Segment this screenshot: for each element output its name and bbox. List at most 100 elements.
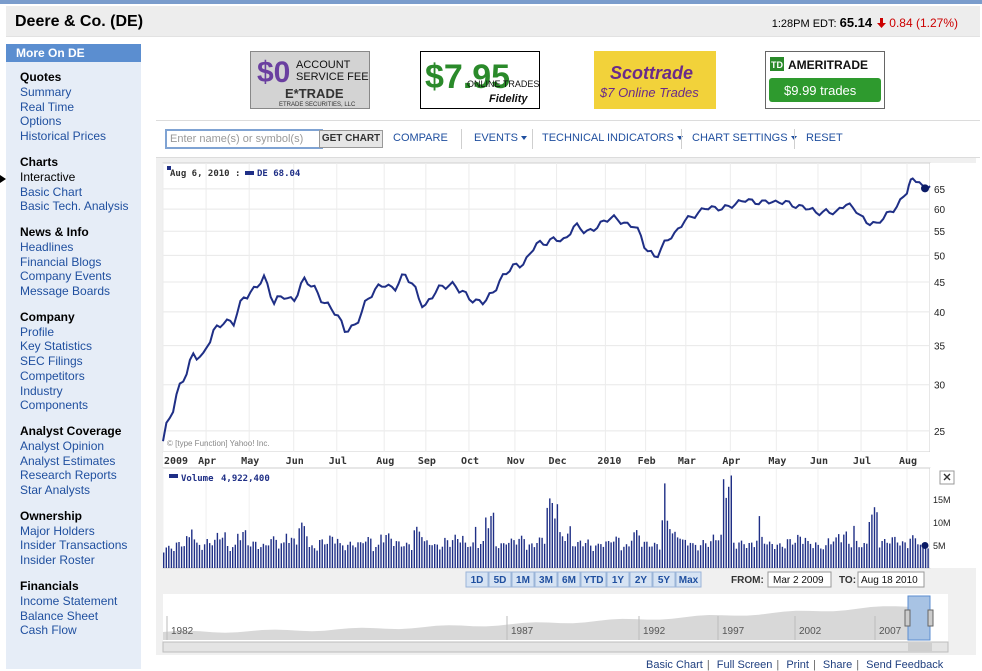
close-volume-button[interactable] xyxy=(939,470,955,485)
sidebar-item-industry[interactable]: Industry xyxy=(20,384,141,399)
last-volume-marker xyxy=(921,541,929,549)
navigator-window-handle[interactable] xyxy=(904,595,934,641)
sidebar-item-research-reports[interactable]: Research Reports xyxy=(20,468,141,483)
range-button-ytd[interactable]: YTD xyxy=(580,571,607,588)
sidebar-section-title: Financials xyxy=(20,578,79,593)
sidebar-item-summary[interactable]: Summary xyxy=(20,85,141,100)
chart-settings-menu[interactable]: CHART SETTINGS xyxy=(692,132,797,144)
volume-bar xyxy=(405,542,408,568)
volume-bar xyxy=(781,546,784,568)
compare-button[interactable]: COMPARE xyxy=(393,132,448,144)
scottrade-ad[interactable]: Scottrade $7 Online Trades xyxy=(594,51,716,109)
full-screen-link[interactable]: Full Screen xyxy=(717,659,773,671)
navigator-scroll-thumb[interactable] xyxy=(908,643,932,651)
range-button-1d[interactable]: 1D xyxy=(465,571,489,588)
volume-bar xyxy=(497,548,500,568)
fidelity-ad-big: $7.95 xyxy=(425,58,510,96)
volume-bar xyxy=(873,507,876,568)
sidebar-item-basic-chart[interactable]: Basic Chart xyxy=(20,185,141,200)
range-button-5d[interactable]: 5D xyxy=(488,571,512,588)
print-link[interactable]: Print xyxy=(786,659,809,671)
volume-bar xyxy=(247,545,249,568)
volume-bar xyxy=(835,537,837,568)
chart-canvas[interactable]: 25 30 35 40 45 50 55 60 65 5M 10M 15M 2009 Apr May Ju… xyxy=(156,158,976,655)
sidebar-item-company-events[interactable]: Company Events xyxy=(20,269,141,284)
sidebar-item-cash-flow[interactable]: Cash Flow xyxy=(20,623,141,638)
sidebar-item-key-statistics[interactable]: Key Statistics xyxy=(20,339,141,354)
reset-button[interactable]: RESET xyxy=(806,132,843,144)
volume-bar xyxy=(664,483,666,568)
range-button-5y[interactable]: 5Y xyxy=(652,571,676,588)
sidebar-item-insider-roster[interactable]: Insider Roster xyxy=(20,553,141,568)
sidebar-item-interactive[interactable]: Interactive xyxy=(20,170,141,185)
volume-bar xyxy=(866,543,868,568)
volume-bar xyxy=(579,540,582,568)
volume-bar xyxy=(551,503,553,568)
send-feedback-link[interactable]: Send Feedback xyxy=(866,659,943,671)
navigator-scrollbar[interactable] xyxy=(162,641,949,653)
range-button-3m[interactable]: 3M xyxy=(534,571,558,588)
sidebar-item-income-statement[interactable]: Income Statement xyxy=(20,594,141,609)
sidebar-item-basic-tech-analysis[interactable]: Basic Tech. Analysis xyxy=(20,199,141,214)
sidebar-item-options[interactable]: Options xyxy=(20,114,141,129)
volume-bar xyxy=(684,539,686,568)
sidebar-item-competitors[interactable]: Competitors xyxy=(20,369,141,384)
volume-bar xyxy=(441,546,444,568)
from-date-value: Mar 2 2009 xyxy=(773,575,824,586)
volume-bar xyxy=(838,534,840,568)
volume-bar xyxy=(513,540,515,568)
volume-bar xyxy=(382,542,385,568)
sidebar-item-headlines[interactable]: Headlines xyxy=(20,240,141,255)
range-button-max[interactable]: Max xyxy=(675,571,702,588)
sidebar-item-analyst-opinion[interactable]: Analyst Opinion xyxy=(20,439,141,454)
sidebar-item-components[interactable]: Components xyxy=(20,398,141,413)
sidebar-item-sec-filings[interactable]: SEC Filings xyxy=(20,354,141,369)
sidebar-item-historical-prices[interactable]: Historical Prices xyxy=(20,129,141,144)
volume-bar xyxy=(229,551,231,568)
share-link[interactable]: Share xyxy=(823,659,852,671)
sidebar-item-financial-blogs[interactable]: Financial Blogs xyxy=(20,255,141,270)
sidebar-item-star-analysts[interactable]: Star Analysts xyxy=(20,483,141,498)
sidebar-item-insider-transactions[interactable]: Insider Transactions xyxy=(20,538,141,553)
volume-bar xyxy=(239,540,242,568)
range-button-label: 5D xyxy=(494,575,507,586)
etrade-ad[interactable]: $0 ACCOUNT SERVICE FEE E*TRADE ETRADE SE… xyxy=(250,51,370,109)
sidebar-item-real-time[interactable]: Real Time xyxy=(20,100,141,115)
volume-bar xyxy=(459,542,461,568)
interactive-chart[interactable]: 25 30 35 40 45 50 55 60 65 5M 10M 15M 2009 Apr May Ju… xyxy=(156,158,976,655)
volume-legend-swatch xyxy=(169,474,178,478)
volume-bar xyxy=(275,539,277,568)
volume-bar xyxy=(372,551,374,568)
volume-bar xyxy=(728,486,730,568)
volume-bar xyxy=(651,546,653,568)
ameritrade-ad[interactable]: TD AMERITRADE $9.99 trades xyxy=(765,51,885,109)
volume-bar xyxy=(884,539,886,568)
range-button-2y[interactable]: 2Y xyxy=(629,571,653,588)
range-button-6m[interactable]: 6M xyxy=(557,571,581,588)
volume-bar xyxy=(446,540,449,568)
volume-bar xyxy=(815,542,817,568)
sidebar-item-balance-sheet[interactable]: Balance Sheet xyxy=(20,609,141,624)
volume-bar xyxy=(168,545,170,568)
sidebar-item-major-holders[interactable]: Major Holders xyxy=(20,524,141,539)
symbol-search-input[interactable]: Enter name(s) or symbol(s) xyxy=(165,129,323,149)
chart-credit: © [type Function] Yahoo! Inc. xyxy=(167,439,270,448)
fidelity-ad[interactable]: $7.95 ONLINE TRADES Fidelity xyxy=(420,51,540,109)
basic-chart-link[interactable]: Basic Chart xyxy=(646,659,703,671)
range-button-1m[interactable]: 1M xyxy=(511,571,535,588)
sidebar-item-analyst-estimates[interactable]: Analyst Estimates xyxy=(20,454,141,469)
volume-bar xyxy=(661,520,663,568)
range-button-1y[interactable]: 1Y xyxy=(606,571,630,588)
sidebar-item-profile[interactable]: Profile xyxy=(20,325,141,340)
volume-bar xyxy=(211,545,213,568)
volume-bar xyxy=(763,543,766,568)
events-menu[interactable]: EVENTS xyxy=(474,132,528,144)
sidebar-section: Financials Income Statement Balance Sheet C… xyxy=(6,579,141,638)
sidebar-item-message-boards[interactable]: Message Boards xyxy=(20,284,141,299)
volume-bar xyxy=(520,535,523,568)
get-chart-button[interactable]: GET CHART xyxy=(319,130,383,148)
date-tick-label: Dec xyxy=(549,456,567,467)
volume-bar xyxy=(321,539,323,568)
volume-bar xyxy=(480,544,482,568)
technical-indicators-menu[interactable]: TECHNICAL INDICATORS xyxy=(542,132,683,144)
